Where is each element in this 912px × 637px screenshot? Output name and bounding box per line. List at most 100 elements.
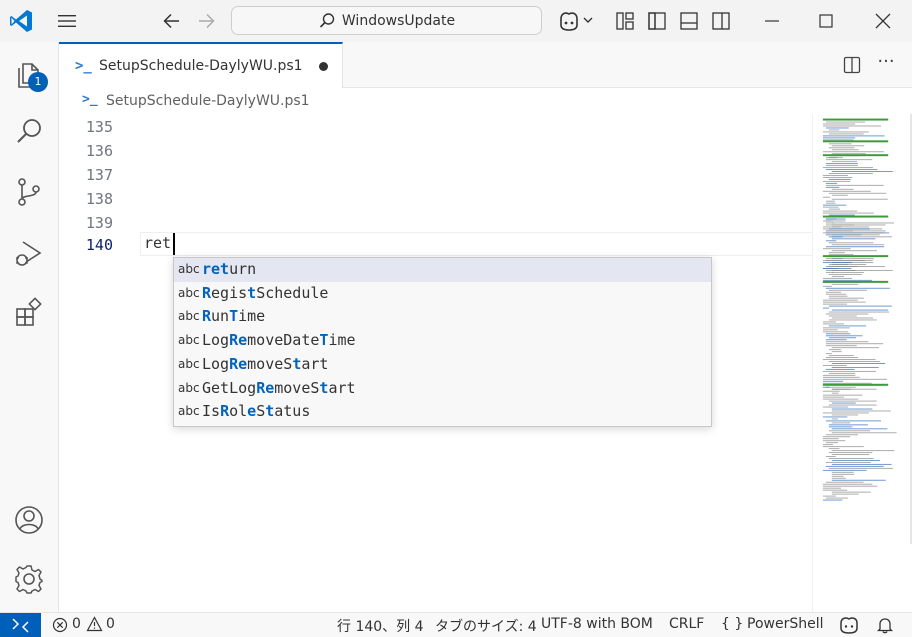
line-number: 135 — [85, 118, 113, 136]
powershell-file-icon: >_ — [75, 58, 92, 74]
breadcrumb: >_ SetupSchedule-DaylyWU.ps1 — [59, 88, 912, 114]
gear-icon[interactable] — [13, 563, 45, 595]
copilot-icon[interactable] — [556, 9, 596, 33]
unsaved-dot-icon[interactable] — [319, 62, 328, 71]
end-of-line[interactable]: CRLF — [669, 616, 704, 632]
match-highlight: R — [202, 307, 212, 326]
suggestion-label: return — [202, 260, 256, 278]
match-highlight: t — [265, 402, 275, 421]
text-kind-icon: abc — [178, 356, 200, 371]
label-part: S — [256, 402, 266, 421]
match-highlight: Re — [229, 331, 248, 350]
minimap[interactable] — [812, 114, 908, 612]
label-part: GetLog — [202, 378, 257, 397]
suggestion-item[interactable]: abc IsRoleStatus — [174, 400, 711, 424]
toggle-panel-icon[interactable] — [678, 10, 700, 32]
text-kind-icon: abc — [178, 309, 200, 324]
warning-count[interactable]: 0 — [106, 616, 115, 632]
line-number: 137 — [85, 166, 113, 184]
text-kind-icon: abc — [178, 333, 200, 348]
label-part: atus — [274, 402, 311, 421]
extensions-icon[interactable] — [13, 296, 45, 328]
language-mode[interactable]: PowerShell — [747, 616, 823, 632]
search-icon[interactable] — [13, 116, 45, 148]
tab-size[interactable]: タブのサイズ: 4 — [435, 616, 537, 636]
text-kind-icon: abc — [178, 262, 200, 276]
suggestion-label: LogRemoveDateTime — [202, 331, 356, 349]
text-cursor — [173, 233, 175, 255]
bell-icon[interactable] — [876, 616, 894, 634]
search-icon — [319, 12, 335, 28]
text-kind-icon: abc — [178, 404, 200, 419]
menu-icon[interactable] — [56, 12, 78, 30]
suggestion-item[interactable]: abc return — [174, 258, 711, 282]
editor-tabs: >_ SetupSchedule-DaylyWU.ps1 ··· — [59, 42, 912, 88]
suggestion-label: RegistSchedule — [202, 284, 328, 302]
back-arrow-icon[interactable] — [160, 10, 184, 32]
match-highlight: e — [247, 402, 257, 421]
suggestion-item[interactable]: abc RunTime — [174, 305, 711, 329]
label-part: ime — [328, 331, 356, 350]
text-kind-icon: abc — [178, 285, 200, 300]
label-part: Is — [202, 402, 221, 421]
current-line-highlight — [140, 232, 814, 256]
search-text: WindowsUpdate — [341, 12, 456, 29]
match-highlight: t — [292, 354, 302, 373]
suggestion-item[interactable]: abc LogRemoveDateTime — [174, 329, 711, 353]
status-bar: 0 0 行 140、列 4 タブのサイズ: 4 UTF-8 with BOM C… — [0, 612, 912, 637]
toggle-secondary-sidebar-icon[interactable] — [710, 10, 732, 32]
label-part: egis — [211, 283, 248, 302]
label-part: ime — [238, 307, 266, 326]
customize-layout-icon[interactable] — [614, 10, 636, 32]
editor-scrollbar[interactable] — [896, 114, 912, 544]
suggest-widget: abc return abc RegistSchedule abc RunTim… — [173, 257, 712, 427]
suggestion-item[interactable]: abc GetLogRemoveStart — [174, 377, 711, 401]
command-center-search[interactable]: WindowsUpdate — [231, 6, 542, 35]
label-part: art — [301, 354, 329, 373]
suggestion-label: LogRemoveStart — [202, 355, 328, 373]
more-actions-icon[interactable]: ··· — [874, 52, 898, 76]
match-highlight: R — [220, 402, 230, 421]
line-number: 139 — [85, 214, 113, 232]
line-number-active: 140 — [85, 236, 113, 254]
file-encoding[interactable]: UTF-8 with BOM — [541, 616, 653, 632]
tab-label: SetupSchedule-DaylyWU.ps1 — [99, 58, 303, 74]
suggestion-label: GetLogRemoveStart — [202, 379, 356, 397]
label-part: art — [328, 378, 356, 397]
error-count[interactable]: 0 — [72, 616, 81, 632]
forward-arrow-icon[interactable] — [194, 10, 218, 32]
suggestion-label: IsRoleStatus — [202, 402, 310, 420]
split-editor-icon[interactable] — [842, 55, 862, 75]
copilot-status-icon[interactable] — [838, 615, 860, 635]
match-highlight: ret — [202, 260, 230, 278]
code-line-text[interactable]: ret — [144, 234, 171, 252]
line-number: 136 — [85, 142, 113, 160]
error-icon[interactable] — [52, 617, 68, 633]
account-icon[interactable] — [13, 504, 45, 536]
match-highlight: Re — [229, 354, 248, 373]
source-control-icon[interactable] — [13, 176, 45, 208]
powershell-file-icon: >_ — [82, 92, 98, 107]
minimize-icon[interactable] — [762, 12, 782, 30]
warning-icon[interactable] — [86, 616, 103, 632]
line-number: 138 — [85, 190, 113, 208]
tab-setupschedule[interactable]: >_ SetupSchedule-DaylyWU.ps1 — [59, 42, 343, 88]
suggestion-item[interactable]: abc LogRemoveStart — [174, 353, 711, 377]
remote-indicator-icon[interactable] — [0, 613, 41, 637]
run-debug-icon[interactable] — [13, 238, 45, 270]
close-icon[interactable] — [872, 10, 894, 32]
maximize-icon[interactable] — [816, 11, 836, 31]
match-highlight: R — [202, 283, 212, 302]
label-part: moveS — [247, 354, 293, 373]
breadcrumb-file[interactable]: SetupSchedule-DaylyWU.ps1 — [106, 93, 310, 109]
suggestion-item[interactable]: abc RegistSchedule — [174, 282, 711, 306]
label-part: un — [211, 307, 230, 326]
cursor-position[interactable]: 行 140、列 4 — [337, 616, 424, 636]
vscode-logo-icon — [10, 10, 32, 32]
toggle-primary-sidebar-icon[interactable] — [646, 10, 668, 32]
label-part: moveS — [274, 378, 320, 397]
label-part: Log — [202, 354, 230, 373]
language-braces-icon: { } — [721, 616, 744, 632]
label-part: moveDate — [247, 331, 320, 350]
explorer-badge: 1 — [28, 72, 48, 92]
